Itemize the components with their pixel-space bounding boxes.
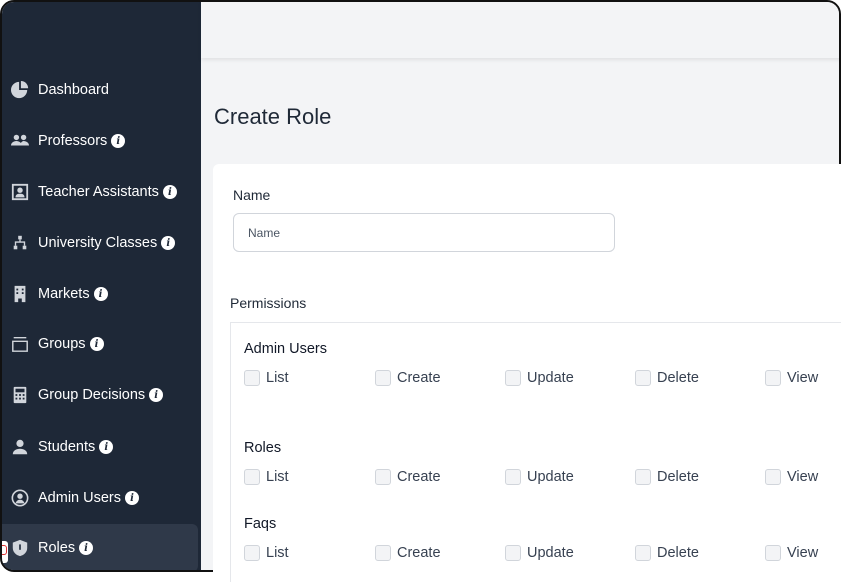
info-icon[interactable]: i xyxy=(99,440,114,454)
sidebar-item-groups[interactable]: Groups i xyxy=(2,320,198,368)
permission-checkbox-delete[interactable]: Delete xyxy=(635,369,699,387)
checkbox[interactable] xyxy=(244,545,260,561)
checkbox[interactable] xyxy=(765,545,781,561)
permission-checkbox-view[interactable]: View xyxy=(765,468,818,486)
sidebar-item-label: Group Decisions xyxy=(38,387,146,403)
info-icon[interactable]: i xyxy=(161,236,176,250)
checkbox[interactable] xyxy=(375,370,391,386)
sidebar-item-label: Groups xyxy=(38,336,86,352)
permission-checkbox-view[interactable]: View xyxy=(765,544,818,562)
sidebar-item-label: University Classes xyxy=(38,235,158,251)
checkbox[interactable] xyxy=(244,370,260,386)
sidebar-item-label: Students xyxy=(38,439,96,455)
checkbox[interactable] xyxy=(375,545,391,561)
info-icon[interactable]: i xyxy=(162,185,177,199)
permission-group-title: Admin Users xyxy=(244,341,327,357)
sidebar-item-dashboard[interactable]: Dashboard xyxy=(2,66,198,114)
sidebar-item-label: Teacher Assistants xyxy=(38,184,159,200)
sidebar: Dashboard Professors i Teacher Assistant… xyxy=(2,2,201,570)
building-icon xyxy=(10,284,30,304)
sidebar-item-university-classes[interactable]: University Classes i xyxy=(2,219,198,267)
info-icon[interactable]: i xyxy=(89,337,104,351)
calculator-icon xyxy=(10,385,30,405)
permission-checkbox-delete[interactable]: Delete xyxy=(635,468,699,486)
permissions-label: Permissions xyxy=(230,295,307,311)
checkbox[interactable] xyxy=(635,469,651,485)
name-label: Name xyxy=(233,187,271,203)
permission-checkbox-list[interactable]: List xyxy=(244,369,289,387)
sidebar-item-label: Dashboard xyxy=(38,82,109,98)
permissions-panel xyxy=(230,322,841,582)
sidebar-item-group-decisions[interactable]: Group Decisions i xyxy=(2,371,198,419)
checkbox[interactable] xyxy=(244,469,260,485)
checkbox[interactable] xyxy=(505,370,521,386)
permission-checkbox-update[interactable]: Update xyxy=(505,468,574,486)
top-bar xyxy=(201,2,839,58)
permission-checkbox-list[interactable]: List xyxy=(244,468,289,486)
info-icon[interactable]: i xyxy=(79,541,94,555)
checkbox[interactable] xyxy=(635,370,651,386)
checkbox[interactable] xyxy=(375,469,391,485)
info-icon[interactable]: i xyxy=(125,491,139,505)
permission-checkbox-create[interactable]: Create xyxy=(375,544,441,562)
checkbox[interactable] xyxy=(635,545,651,561)
info-icon[interactable]: i xyxy=(111,134,126,148)
user-icon xyxy=(10,437,30,457)
permission-checkbox-list[interactable]: List xyxy=(244,544,289,562)
notification-tab xyxy=(2,541,8,563)
sidebar-item-markets[interactable]: Markets i xyxy=(2,270,198,318)
name-input[interactable] xyxy=(233,213,615,252)
permission-checkbox-delete[interactable]: Delete xyxy=(635,544,699,562)
permission-checkbox-update[interactable]: Update xyxy=(505,544,574,562)
checkbox[interactable] xyxy=(765,469,781,485)
permission-checkbox-create[interactable]: Create xyxy=(375,369,441,387)
sidebar-item-label: Roles xyxy=(38,540,76,556)
permission-checkbox-create[interactable]: Create xyxy=(375,468,441,486)
info-icon[interactable]: i xyxy=(149,388,164,402)
users-icon xyxy=(10,131,30,151)
user-circle-icon xyxy=(10,488,30,508)
sidebar-item-label: Markets xyxy=(38,286,90,302)
checkbox[interactable] xyxy=(505,545,521,561)
checkbox[interactable] xyxy=(505,469,521,485)
sidebar-item-professors[interactable]: Professors i xyxy=(2,117,198,165)
permission-checkbox-update[interactable]: Update xyxy=(505,369,574,387)
permission-group-title: Faqs xyxy=(244,516,277,532)
sidebar-item-label: Professors xyxy=(38,133,108,149)
pie-chart-icon xyxy=(10,80,30,100)
permission-checkbox-view[interactable]: View xyxy=(765,369,818,387)
info-icon[interactable]: i xyxy=(93,287,108,301)
tray-icon xyxy=(10,334,30,354)
checkbox[interactable] xyxy=(765,370,781,386)
sidebar-item-admin-users[interactable]: Admin Users i xyxy=(2,474,198,522)
sitemap-icon xyxy=(10,233,30,253)
portrait-icon xyxy=(10,182,30,202)
sidebar-item-label: Admin Users xyxy=(38,490,121,506)
page-title: Create Role xyxy=(214,104,332,129)
sidebar-item-students[interactable]: Students i xyxy=(2,423,198,471)
permission-group-title: Roles xyxy=(244,440,282,456)
shield-icon xyxy=(10,538,30,558)
sidebar-item-teacher-assistants[interactable]: Teacher Assistants i xyxy=(2,168,198,216)
sidebar-item-roles[interactable]: Roles i xyxy=(2,524,198,570)
